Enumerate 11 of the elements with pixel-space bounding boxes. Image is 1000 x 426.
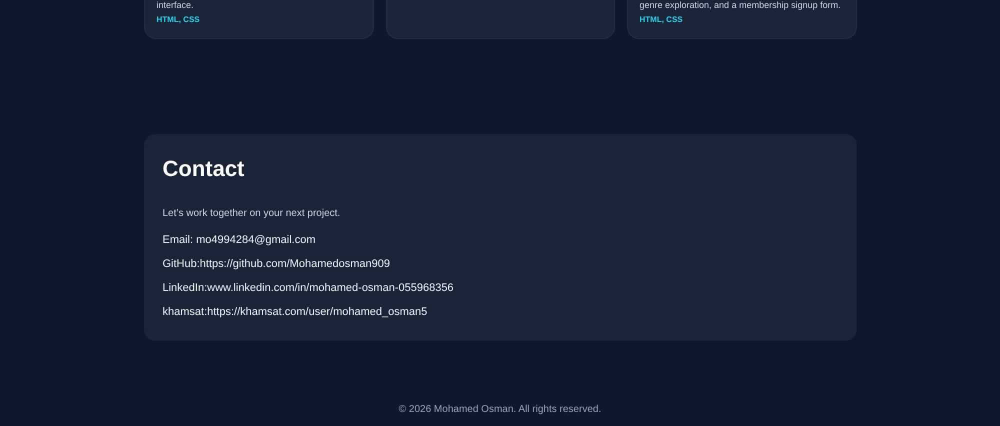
contact-detail: LinkedIn:www.linkedin.com/in/mohamed-osman-055968356	[162, 282, 455, 294]
copyright-text: © 2026 Mohamed Osman. All rights reserved.	[398, 404, 602, 415]
project-tags: HTML, CSS	[156, 15, 360, 24]
project-description: interface.	[156, 0, 195, 11]
contact-title: Contact	[162, 156, 246, 182]
project-tags: HTML, CSS	[640, 15, 844, 24]
contact-detail: khamsat:https://khamsat.com/user/mohamed_osman5	[162, 306, 428, 318]
project-description: genre exploration, and a membership signup form.	[640, 0, 842, 11]
contact-detail: Email: mo4994284@gmail.com	[162, 234, 317, 246]
contact-detail: GitHub:https://github.com/Mohamedosman909	[162, 258, 391, 270]
contact-intro: Let’s work together on your next project.	[162, 208, 342, 219]
